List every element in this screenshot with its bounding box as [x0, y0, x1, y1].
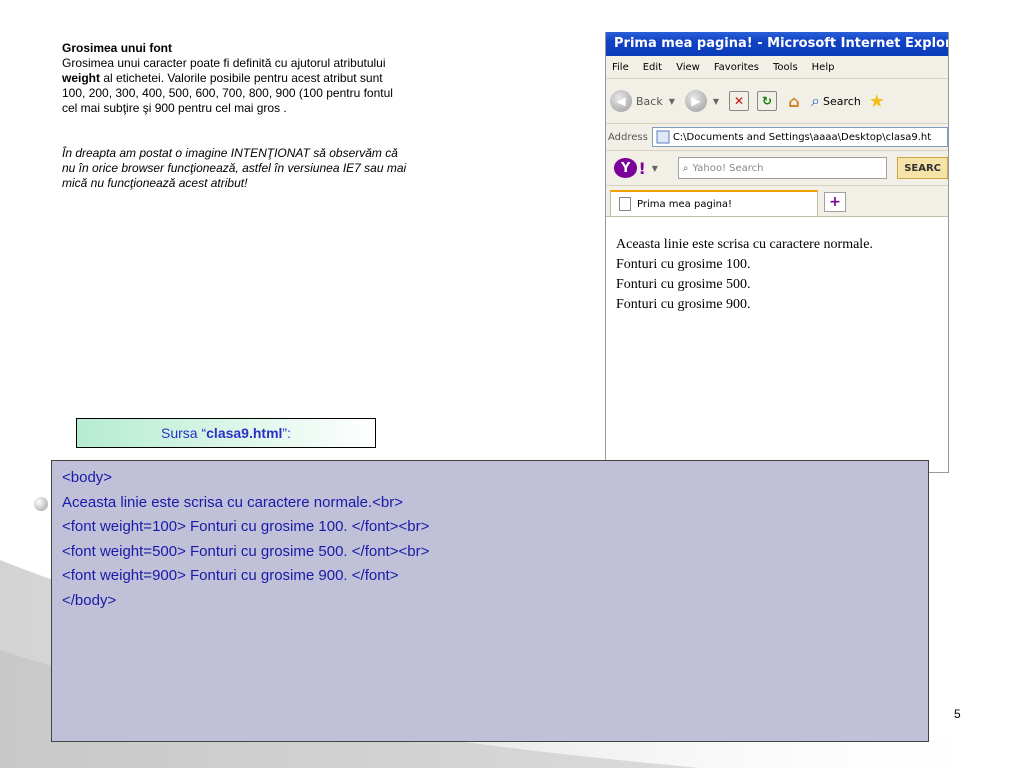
menu-tools[interactable]: Tools: [773, 62, 798, 73]
code-line: <body>: [62, 469, 113, 486]
paragraph-line: Grosimea unui caracter poate fi definită…: [62, 56, 386, 70]
menu-edit[interactable]: Edit: [643, 62, 662, 73]
note-line: nu în orice browser funcţionează, astfel…: [62, 161, 407, 175]
code-line: <font weight=900> Fonturi cu grosime 900…: [62, 567, 399, 584]
search-button[interactable]: ⌕ Search: [811, 91, 861, 111]
yahoo-logo-icon[interactable]: Y: [614, 158, 638, 178]
menu-bar: File Edit View Favorites Tools Help: [606, 56, 948, 79]
note-paragraph: În dreapta am postat o imagine INTENŢION…: [62, 146, 482, 191]
yahoo-search-input[interactable]: ⌕ Yahoo! Search: [677, 157, 888, 179]
address-value: C:\Documents and Settings\aaaa\Desktop\c…: [672, 131, 932, 143]
tab-prima-mea-pagina[interactable]: Prima mea pagina!: [610, 190, 818, 216]
stop-icon[interactable]: ✕: [729, 91, 750, 111]
tab-label: Prima mea pagina!: [637, 198, 733, 210]
search-label: Search: [823, 94, 861, 108]
bullet-icon: [34, 497, 48, 511]
new-tab-button[interactable]: +: [824, 192, 846, 212]
page-content: Aceasta linie este scrisa cu caractere n…: [606, 217, 948, 315]
weight-keyword: weight: [62, 71, 100, 85]
address-label: Address: [608, 131, 648, 143]
code-listing: <body> Aceasta linie este scrisa cu cara…: [51, 460, 929, 742]
toolbar: ◀ Back ▼ ▶ ▼ ✕ ↻ ⌂ ⌕ Search ★: [606, 79, 948, 124]
browser-screenshot: e Prima mea pagina! - Microsoft Internet…: [605, 32, 949, 473]
source-prefix: Sursa “: [161, 425, 207, 441]
forward-button[interactable]: ▶ ▼: [684, 90, 725, 112]
back-arrow-icon: ◀: [610, 90, 632, 112]
yahoo-toolbar: Y ! ▼ ⌕ Yahoo! Search SEARC: [606, 151, 948, 186]
yahoo-exclaim-icon: !: [638, 158, 646, 178]
home-icon[interactable]: ⌂: [785, 92, 803, 111]
back-button[interactable]: ◀ Back ▼: [610, 90, 681, 112]
browser-titlebar: e Prima mea pagina! - Microsoft Internet…: [606, 32, 948, 56]
code-line: <font weight=500> Fonturi cu grosime 500…: [62, 542, 430, 560]
page-number: 5: [954, 707, 961, 721]
code-line: </body>: [62, 591, 117, 609]
address-bar: Address C:\Documents and Settings\aaaa\D…: [606, 124, 948, 151]
description-paragraph: Grosimea unui caracter poate fi definită…: [62, 56, 482, 116]
description-text: Grosimea unui font Grosimea unui caracte…: [62, 41, 482, 191]
forward-arrow-icon: ▶: [684, 90, 707, 112]
code-line: Aceasta linie este scrisa cu caractere n…: [62, 493, 403, 511]
magnifier-icon: ⌕: [811, 91, 820, 110]
chevron-down-icon[interactable]: ▼: [652, 164, 658, 173]
note-line: mică nu funcţionează acest atribut!: [62, 176, 248, 190]
note-line: În dreapta am postat o imagine INTENŢION…: [62, 146, 398, 160]
source-suffix: ”:: [282, 425, 291, 441]
section-heading: Grosimea unui font: [62, 41, 173, 55]
chevron-down-icon: ▼: [712, 96, 720, 106]
document-icon: [619, 197, 631, 211]
menu-view[interactable]: View: [676, 62, 700, 73]
content-line: Fonturi cu grosime 900.: [616, 297, 751, 312]
address-field[interactable]: C:\Documents and Settings\aaaa\Desktop\c…: [651, 127, 948, 147]
chevron-down-icon: ▼: [668, 96, 675, 106]
yahoo-search-placeholder: Yahoo! Search: [692, 162, 764, 174]
star-icon[interactable]: ★: [869, 91, 885, 112]
refresh-icon[interactable]: ↻: [757, 91, 778, 111]
content-line: Fonturi cu grosime 100.: [616, 257, 751, 272]
page-icon: [656, 130, 670, 144]
source-filename: clasa9.html: [206, 425, 283, 441]
menu-favorites[interactable]: Favorites: [714, 62, 759, 73]
code-line: <font weight=100> Fonturi cu grosime 100…: [62, 518, 430, 535]
back-label: Back: [636, 94, 663, 108]
source-label: Sursa “clasa9.html”:: [76, 418, 376, 448]
content-line: Fonturi cu grosime 500.: [616, 277, 751, 292]
yahoo-search-button[interactable]: SEARC: [897, 157, 948, 179]
search-icon: ⌕: [682, 162, 689, 174]
menu-help[interactable]: Help: [812, 62, 835, 73]
window-title: Prima mea pagina! - Microsoft Internet E…: [614, 36, 949, 51]
paragraph-line: al etichetei. Valorile posibile pentru a…: [100, 71, 383, 85]
paragraph-line: 100, 200, 300, 400, 500, 600, 700, 800, …: [62, 86, 393, 100]
paragraph-line: cel mai subţire şi 900 pentru cel mai gr…: [62, 101, 287, 115]
tab-bar: Prima mea pagina! +: [606, 186, 948, 217]
content-line: Aceasta linie este scrisa cu caractere n…: [616, 237, 873, 252]
menu-file[interactable]: File: [612, 62, 629, 73]
